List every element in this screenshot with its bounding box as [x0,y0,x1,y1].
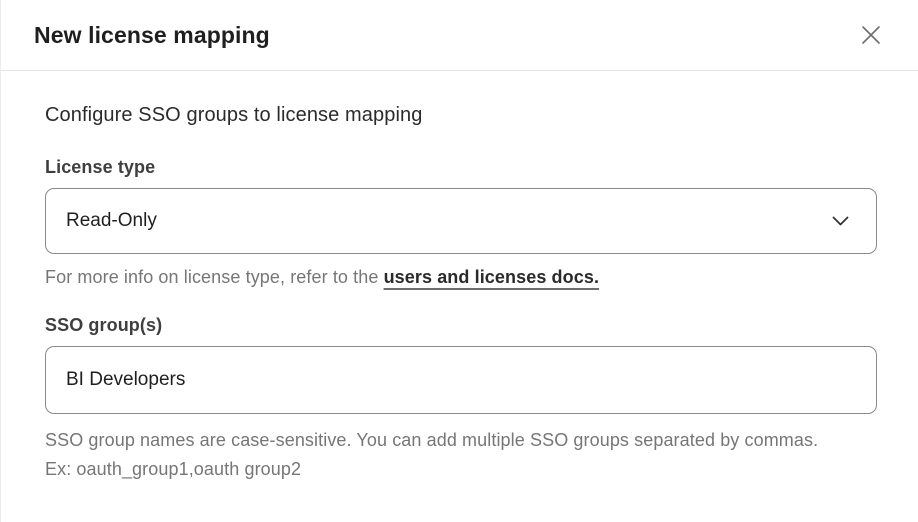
close-icon [858,22,884,48]
license-type-select[interactable]: Read-Only [45,188,877,254]
modal-header: New license mapping [1,0,918,71]
modal-title: New license mapping [34,22,270,49]
sso-groups-label: SSO group(s) [45,315,877,336]
sso-groups-help-text: SSO group names are case-sensitive. You … [45,426,825,484]
license-type-selected-value: Read-Only [66,210,157,232]
license-type-help-prefix: For more info on license type, refer to … [45,267,384,287]
chevron-down-icon [832,216,849,227]
new-license-mapping-modal: New license mapping Configure SSO groups… [0,0,918,522]
license-type-label: License type [45,157,877,178]
license-type-help-text: For more info on license type, refer to … [45,267,877,288]
intro-text: Configure SSO groups to license mapping [45,104,877,127]
close-button[interactable] [854,18,888,52]
modal-body: Configure SSO groups to license mapping … [1,71,918,484]
users-and-licenses-docs-link[interactable]: users and licenses docs. [384,267,600,287]
sso-groups-input[interactable] [45,346,877,414]
